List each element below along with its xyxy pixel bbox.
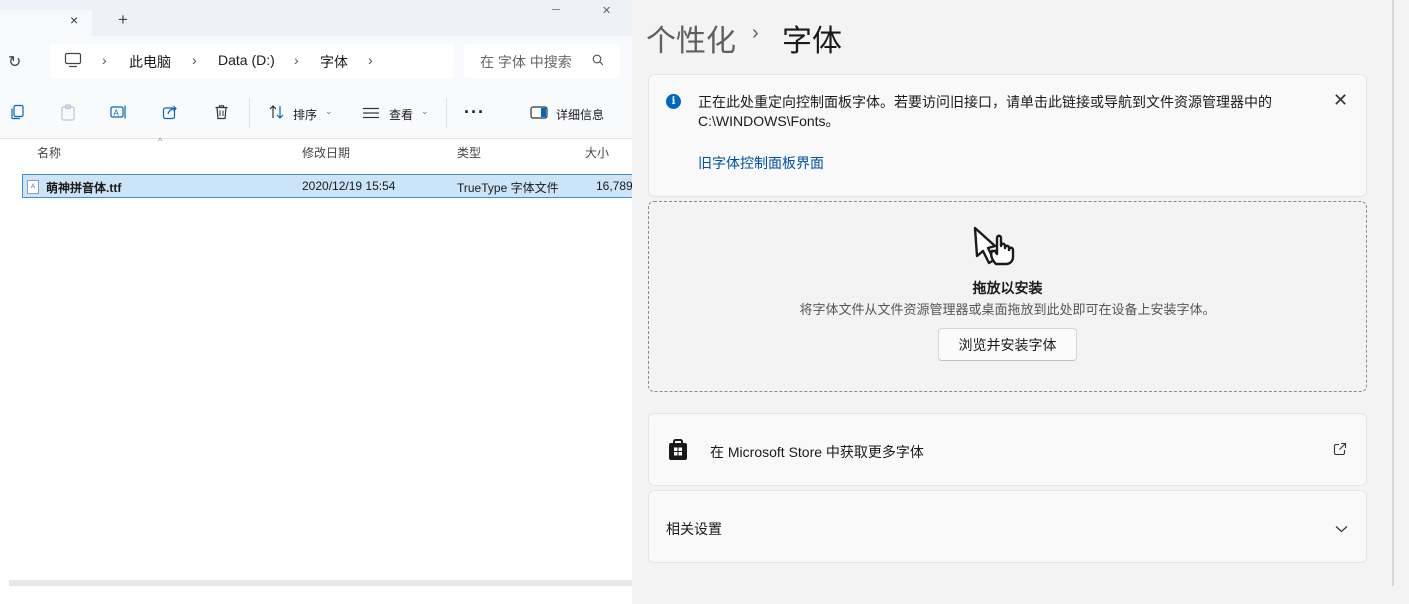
refresh-icon[interactable]: ↻ [8, 52, 21, 72]
details-button[interactable]: 详细信息 [556, 106, 604, 123]
explorer-tab[interactable] [0, 10, 92, 36]
breadcrumb-separator: › [192, 52, 197, 68]
breadcrumb-separator: › [752, 22, 759, 44]
column-header-name[interactable]: 名称 [37, 144, 61, 161]
view-chevron-icon[interactable]: ⌄ [421, 106, 429, 117]
drag-hand-icon [968, 224, 1030, 275]
breadcrumb-separator[interactable]: › [368, 52, 373, 68]
font-file-icon: A [27, 180, 39, 194]
share-icon[interactable] [162, 104, 179, 125]
search-icon[interactable] [592, 53, 604, 71]
view-button[interactable]: 查看 [389, 106, 413, 123]
breadcrumb-fonts-folder[interactable]: 字体 [320, 52, 348, 72]
sort-chevron-icon[interactable]: ⌄ [325, 106, 333, 117]
sort-button[interactable]: 排序 [293, 106, 317, 123]
toolbar-divider [446, 98, 447, 128]
search-input[interactable]: 在 字体 中搜索 [480, 52, 584, 72]
page-title: 字体 [782, 25, 842, 58]
breadcrumb-separator: › [294, 52, 299, 68]
tab-close-button[interactable]: × [70, 12, 78, 28]
delete-icon[interactable] [214, 104, 229, 125]
file-explorer-window: × + ─ ✕ ↻ › 此电脑 › Data (D:) › 字体 › 在 字体 … [0, 0, 642, 604]
file-name[interactable]: 萌神拼音体.ttf [46, 179, 121, 196]
breadcrumb-personalization[interactable]: 个性化 [646, 16, 736, 60]
browse-install-fonts-button[interactable]: 浏览并安装字体 [938, 328, 1077, 361]
drop-zone-subtitle: 将字体文件从文件资源管理器或桌面拖放到此处即可在设备上安装字体。 [799, 302, 1216, 317]
info-close-button[interactable]: ✕ [1333, 90, 1348, 111]
sort-ascending-icon: ^ [158, 136, 163, 146]
settings-window-edge [1392, 0, 1409, 586]
legacy-fonts-control-panel-link[interactable]: 旧字体控制面板界面 [698, 153, 824, 173]
details-pane-icon[interactable] [530, 106, 548, 124]
chevron-down-icon[interactable] [1335, 520, 1348, 538]
breadcrumb-separator: › [102, 52, 107, 68]
column-header-type[interactable]: 类型 [457, 144, 481, 161]
toolbar-divider [249, 98, 250, 128]
paste-icon[interactable] [60, 104, 76, 126]
breadcrumb-this-pc[interactable]: 此电脑 [129, 52, 171, 72]
view-icon[interactable] [362, 106, 380, 124]
external-link-icon[interactable] [1333, 442, 1347, 461]
close-window-button[interactable]: ✕ [602, 4, 611, 17]
svg-text:A: A [114, 109, 120, 118]
info-icon: i [666, 94, 681, 109]
tab-strip [0, 0, 632, 36]
more-options-button[interactable]: ··· [464, 102, 485, 123]
minimize-button[interactable]: ─ [552, 4, 560, 16]
new-tab-button[interactable]: + [118, 10, 128, 30]
column-header-size[interactable]: 大小 [585, 144, 609, 161]
file-modified: 2020/12/19 15:54 [302, 179, 396, 193]
column-header-modified[interactable]: 修改日期 [302, 144, 350, 161]
computer-icon[interactable] [64, 52, 82, 73]
file-type: TrueType 字体文件 [457, 181, 559, 195]
info-message: 正在此处重定向控制面板字体。若要访问旧接口，请单击此链接或导航到文件资源管理器中… [698, 94, 1272, 129]
rename-icon[interactable]: A [110, 104, 128, 125]
store-icon [668, 439, 688, 466]
horizontal-scrollbar[interactable] [9, 580, 632, 586]
file-size: 16,789 [596, 179, 632, 193]
related-settings-card[interactable] [648, 490, 1367, 563]
breadcrumb-data-drive[interactable]: Data (D:) [218, 52, 275, 68]
drop-zone-title: 拖放以安装 [972, 280, 1043, 296]
related-settings-label[interactable]: 相关设置 [666, 519, 722, 539]
copy-icon[interactable] [9, 104, 25, 125]
microsoft-store-label[interactable]: 在 Microsoft Store 中获取更多字体 [710, 442, 924, 462]
sort-icon[interactable] [268, 104, 286, 125]
